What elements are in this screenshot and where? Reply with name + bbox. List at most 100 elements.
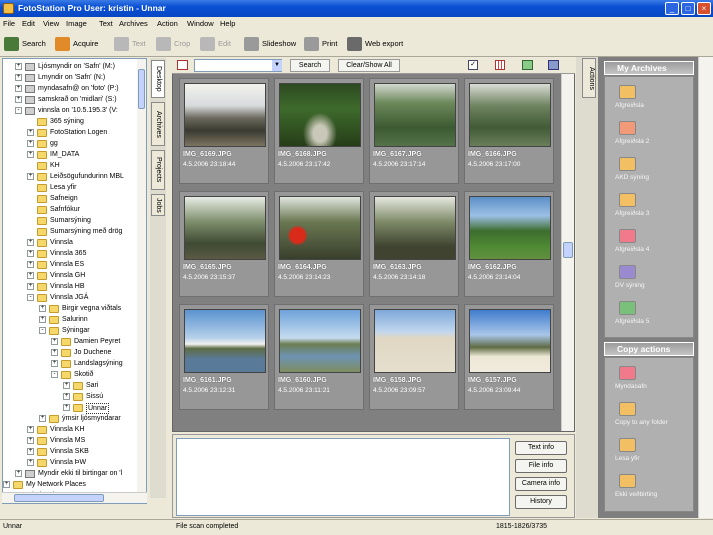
tree-item[interactable]: + Leiðsögufundurinn MBL [3, 171, 146, 182]
expand-icon[interactable]: + [27, 173, 34, 180]
thumbnail-image[interactable] [469, 196, 551, 260]
expand-icon[interactable]: + [27, 239, 34, 246]
expand-icon[interactable]: + [3, 481, 10, 488]
tree-item[interactable]: Safneign [3, 193, 146, 204]
archive-item[interactable]: Afgreiðsla [615, 85, 695, 115]
thumbnail-item[interactable]: IMG_6165.JPG 4.5.2006 23:15:37 [179, 191, 269, 297]
tree-item[interactable]: + Vinnsla HB [3, 281, 146, 292]
tree-item[interactable]: + gg [3, 138, 146, 149]
close-button[interactable]: × [697, 2, 711, 15]
expand-icon[interactable]: + [63, 382, 70, 389]
tab-jobs[interactable]: Jobs [151, 194, 165, 216]
tree-item[interactable]: + Vinnsla MS [3, 435, 146, 446]
thumbnail-image[interactable] [184, 309, 266, 373]
menu-action[interactable]: Action [157, 19, 178, 28]
expand-icon[interactable]: + [51, 338, 58, 345]
tree-item[interactable]: + Vinnsla ES [3, 259, 146, 270]
grid-scrollbar[interactable] [561, 74, 574, 431]
collapse-icon[interactable]: - [27, 294, 34, 301]
info-text-area[interactable] [176, 438, 510, 516]
menu-view[interactable]: View [43, 19, 59, 28]
checkbox-view-icon[interactable]: ✓ [468, 60, 478, 70]
thumbnail-image[interactable] [469, 309, 551, 373]
expand-icon[interactable]: + [15, 63, 22, 70]
menu-archives[interactable]: Archives [119, 19, 148, 28]
expand-icon[interactable]: + [15, 85, 22, 92]
thumbnail-item[interactable]: IMG_6167.JPG 4.5.2006 23:17:14 [369, 78, 459, 184]
expand-icon[interactable]: + [39, 305, 46, 312]
expand-icon[interactable]: + [15, 96, 22, 103]
expand-icon[interactable]: + [39, 316, 46, 323]
menu-window[interactable]: Window [187, 19, 214, 28]
tab-actions[interactable]: Actions [582, 58, 596, 98]
tree-item[interactable]: + Vinnsla ÞW [3, 457, 146, 468]
tree-item[interactable]: Lesa yfir [3, 182, 146, 193]
maximize-button[interactable]: □ [681, 2, 695, 15]
tree-item[interactable]: + Sissú [3, 391, 146, 402]
thumbnail-image[interactable] [374, 83, 456, 147]
tree-item[interactable]: + FotoStation Logen [3, 127, 146, 138]
tree-scroll-thumb[interactable] [138, 69, 145, 109]
tree-item[interactable]: + Vinnsla 365 [3, 248, 146, 259]
tree-horizontal-scrollbar[interactable] [2, 492, 147, 503]
tree-item[interactable]: + Unnar [3, 402, 146, 414]
tree-item[interactable]: + Vinnsla SKB [3, 446, 146, 457]
window-view-icon[interactable] [548, 60, 559, 70]
menu-file[interactable]: File [3, 19, 15, 28]
thumbnail-image[interactable] [374, 309, 456, 373]
thumbnail-item[interactable]: IMG_6168.JPG 4.5.2006 23:17:42 [274, 78, 364, 184]
expand-icon[interactable]: + [27, 151, 34, 158]
expand-icon[interactable]: + [27, 140, 34, 147]
thumbnail-image[interactable] [184, 83, 266, 147]
tree-item[interactable]: + Birgir vegna viðtals [3, 303, 146, 314]
thumbnail-item[interactable]: IMG_6163.JPG 4.5.2006 23:14:18 [369, 191, 459, 297]
tree-hscroll-thumb[interactable] [14, 494, 104, 502]
archive-item[interactable]: AKD sýning [615, 157, 695, 187]
view-icon[interactable] [177, 60, 188, 70]
menu-help[interactable]: Help [220, 19, 235, 28]
expand-icon[interactable]: + [15, 470, 22, 477]
tree-item[interactable]: + Landslagsýning [3, 358, 146, 369]
expand-icon[interactable]: + [27, 437, 34, 444]
expand-icon[interactable]: + [63, 404, 70, 411]
tree-item[interactable]: + ýmsir ljósmyndarar [3, 413, 146, 424]
tree-scrollbar[interactable] [137, 59, 146, 503]
crop-button[interactable]: Crop [156, 36, 190, 52]
expand-icon[interactable]: + [27, 261, 34, 268]
thumbnail-item[interactable]: IMG_6166.JPG 4.5.2006 23:17:00 [464, 78, 554, 184]
thumbnail-item[interactable]: IMG_6157.JPG 4.5.2006 23:09:44 [464, 304, 554, 410]
expand-icon[interactable]: + [27, 283, 34, 290]
thumbnail-image[interactable] [184, 196, 266, 260]
expand-icon[interactable]: + [27, 459, 34, 466]
collapse-icon[interactable]: - [15, 107, 22, 114]
thumbnail-item[interactable]: IMG_6169.JPG 4.5.2006 23:18:44 [179, 78, 269, 184]
tree-item[interactable]: + Sari [3, 380, 146, 391]
expand-icon[interactable]: + [27, 426, 34, 433]
tree-item[interactable]: - Vinnsla JGÁ [3, 292, 146, 303]
grid-view-icon[interactable] [495, 60, 505, 70]
clear-show-all-button[interactable]: Clear/Show All [338, 59, 400, 72]
text-info-button[interactable]: Text info [515, 441, 567, 455]
tree-item[interactable]: - vinnsla on '10.5.195.3' (V: [3, 105, 146, 116]
archive-item[interactable]: Afgreiðsla 4 [615, 229, 695, 259]
print-button[interactable]: Print [304, 36, 337, 52]
archive-item[interactable]: Myndasafn [615, 366, 695, 396]
tree-item[interactable]: KH [3, 160, 146, 171]
thumbnail-item[interactable]: IMG_6164.JPG 4.5.2006 23:14:23 [274, 191, 364, 297]
tree-item[interactable]: Safnfókur [3, 204, 146, 215]
expand-icon[interactable]: + [27, 129, 34, 136]
history-button[interactable]: History [515, 495, 567, 509]
tree-item[interactable]: Sumarsýning [3, 215, 146, 226]
search-dropdown-icon[interactable]: ▼ [272, 60, 282, 71]
file-info-button[interactable]: File info [515, 459, 567, 473]
tree-item[interactable]: - Skotið [3, 369, 146, 380]
tree-item[interactable]: + Damien Peyret [3, 336, 146, 347]
expand-icon[interactable]: + [27, 272, 34, 279]
tree-item[interactable]: Sumarsýning með drög [3, 226, 146, 237]
list-view-icon[interactable] [522, 60, 533, 70]
edit-button[interactable]: Edit [200, 36, 231, 52]
menu-edit[interactable]: Edit [22, 19, 35, 28]
archive-item[interactable]: Afgreiðsla 5 [615, 301, 695, 331]
tab-archives[interactable]: Archives [151, 102, 165, 146]
expand-icon[interactable]: + [63, 393, 70, 400]
